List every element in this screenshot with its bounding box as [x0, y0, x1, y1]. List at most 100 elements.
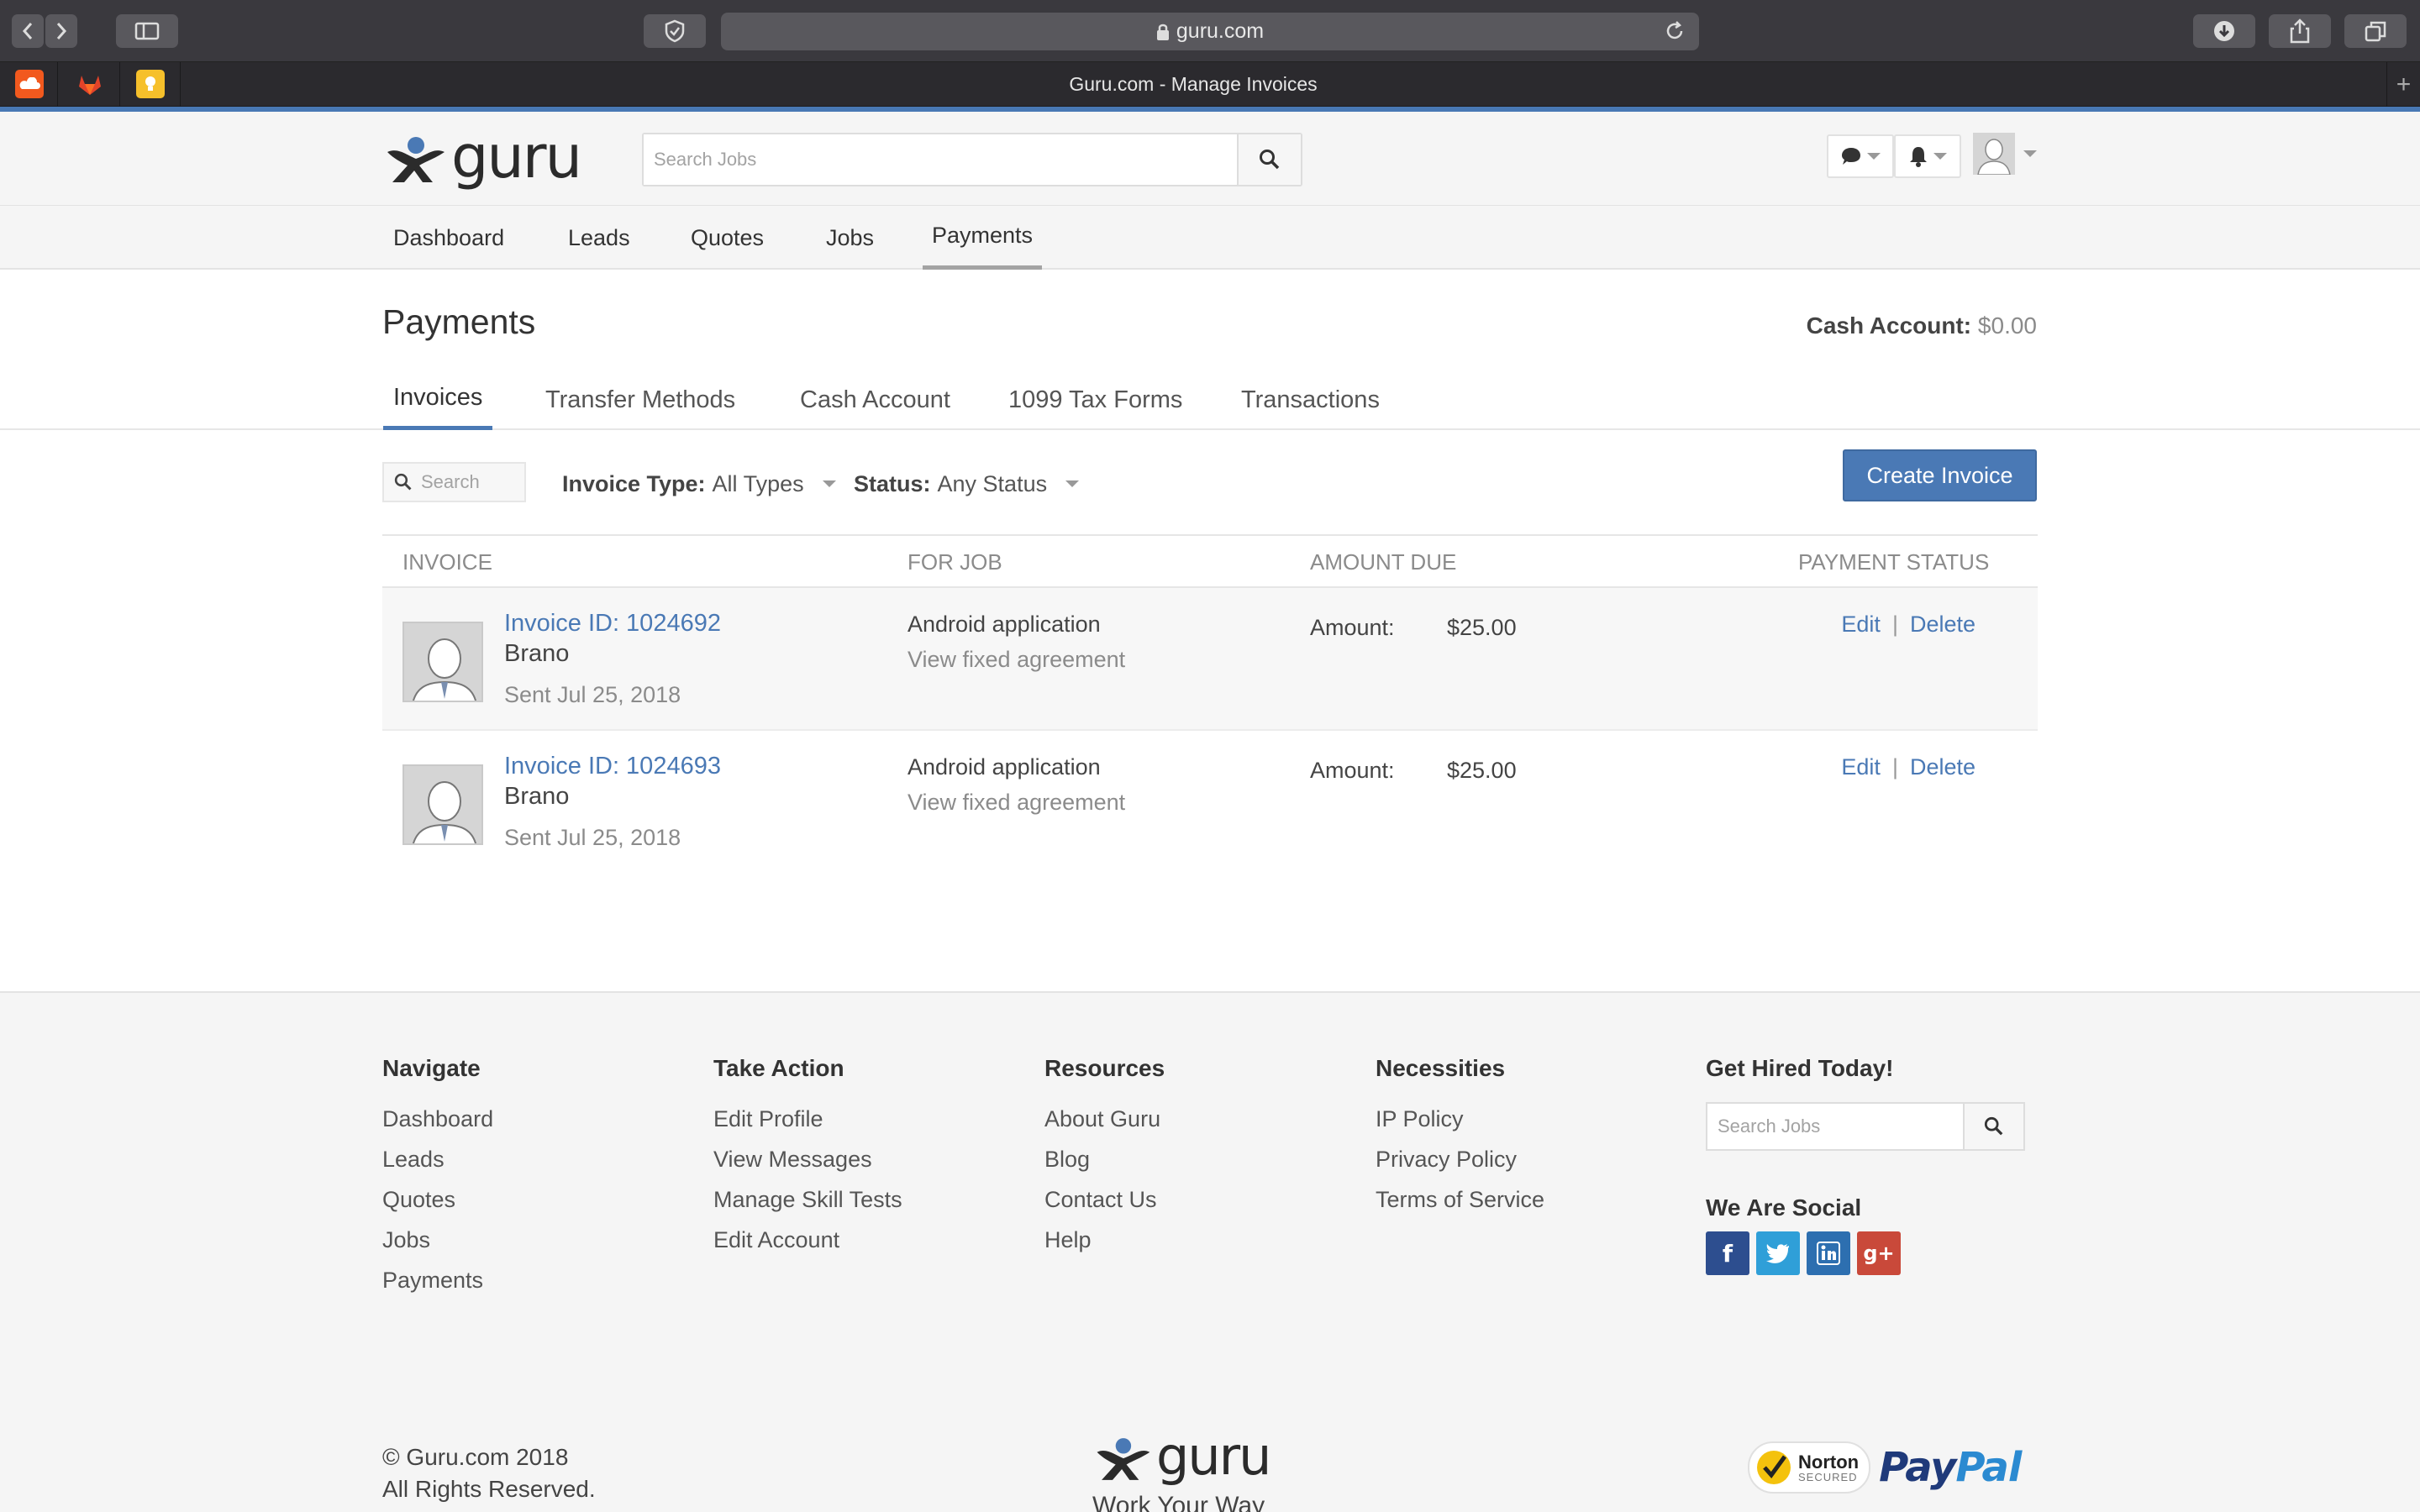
site-footer: Navigate Dashboard Leads Quotes Jobs Pay…	[0, 991, 2420, 1512]
view-agreement-link[interactable]: View fixed agreement	[908, 790, 1125, 816]
notifications-dropdown-button[interactable]	[1894, 134, 1961, 178]
invoice-id-link[interactable]: Invoice ID: 1024692	[504, 610, 721, 638]
site-header: guru	[0, 112, 2420, 206]
active-tab-title[interactable]: Guru.com - Manage Invoices	[0, 62, 2386, 107]
edit-link[interactable]: Edit	[1841, 612, 1881, 638]
address-bar[interactable]: guru.com	[721, 13, 1699, 50]
create-invoice-button[interactable]: Create Invoice	[1843, 449, 2037, 501]
reload-icon[interactable]	[1664, 20, 1686, 42]
facebook-icon[interactable]: f	[1706, 1231, 1749, 1275]
tab-cash-account[interactable]: Cash Account	[790, 370, 960, 430]
invoice-type-dropdown[interactable]: Invoice Type: All Types	[562, 467, 836, 501]
amount-label: Amount:	[1310, 758, 1395, 783]
shield-icon	[665, 19, 685, 43]
invoice-table: INVOICE FOR JOB AMOUNT DUE PAYMENT STATU…	[382, 534, 2038, 874]
tabs-icon	[2365, 21, 2386, 42]
footer-logo[interactable]: guru	[1092, 1431, 1271, 1483]
footer-link-dashboard[interactable]: Dashboard	[382, 1102, 493, 1142]
footer-link-manage-skill-tests[interactable]: Manage Skill Tests	[713, 1183, 902, 1223]
footer-link-terms[interactable]: Terms of Service	[1376, 1183, 1544, 1223]
chevron-down-icon	[822, 480, 836, 487]
copyright: © Guru.com 2018 All Rights Reserved.	[382, 1441, 596, 1505]
back-button[interactable]	[12, 14, 44, 48]
delete-link[interactable]: Delete	[1910, 754, 1975, 780]
table-row: Invoice ID: 1024692 Brano Sent Jul 25, 2…	[382, 588, 2038, 731]
page-title: Payments	[382, 302, 536, 341]
job-search-input[interactable]	[644, 134, 1237, 185]
column-invoice: INVOICE	[402, 549, 492, 575]
paypal-pay: Pay	[1879, 1444, 1956, 1491]
nav-quotes[interactable]: Quotes	[681, 206, 773, 270]
footer-link-leads[interactable]: Leads	[382, 1142, 493, 1183]
new-tab-button[interactable]: +	[2386, 62, 2420, 107]
nav-leads[interactable]: Leads	[559, 206, 639, 270]
checkmark-icon	[1757, 1451, 1791, 1484]
chevron-down-icon	[1867, 153, 1881, 160]
footer-search-input[interactable]	[1707, 1104, 1963, 1149]
tab-invoices[interactable]: Invoices	[383, 370, 493, 430]
footer-link-blog[interactable]: Blog	[1044, 1142, 1165, 1183]
footer-search-button[interactable]	[1963, 1104, 2023, 1149]
table-row: Invoice ID: 1024693 Brano Sent Jul 25, 2…	[382, 731, 2038, 874]
downloads-button[interactable]	[2193, 14, 2255, 48]
nav-payments[interactable]: Payments	[923, 206, 1043, 270]
norton-secured-text: SECURED	[1798, 1470, 1858, 1483]
profile-menu[interactable]	[1973, 133, 2037, 175]
client-name: Brano	[504, 640, 570, 667]
paypal-pal: Pal	[1955, 1444, 2022, 1491]
footer-link-privacy-policy[interactable]: Privacy Policy	[1376, 1142, 1544, 1183]
footer-heading: Necessities	[1376, 1055, 1506, 1081]
footer-link-edit-profile[interactable]: Edit Profile	[713, 1102, 902, 1142]
linkedin-icon[interactable]	[1807, 1231, 1850, 1275]
view-agreement-link[interactable]: View fixed agreement	[908, 647, 1125, 673]
privacy-shield-button[interactable]	[644, 14, 706, 48]
footer-search	[1706, 1102, 2025, 1151]
amount-value: $25.00	[1447, 615, 1517, 640]
footer-heading: Navigate	[382, 1055, 481, 1081]
sidebar-toggle-button[interactable]	[116, 14, 178, 48]
footer-link-help[interactable]: Help	[1044, 1223, 1165, 1263]
amount-value: $25.00	[1447, 758, 1517, 783]
footer-link-about[interactable]: About Guru	[1044, 1102, 1165, 1142]
footer-link-quotes[interactable]: Quotes	[382, 1183, 493, 1223]
status-value: Any Status	[937, 470, 1048, 496]
footer-link-contact[interactable]: Contact Us	[1044, 1183, 1165, 1223]
footer-link-edit-account[interactable]: Edit Account	[713, 1223, 902, 1263]
delete-link[interactable]: Delete	[1910, 612, 1975, 638]
guru-logo[interactable]: guru	[382, 128, 582, 187]
main-nav: Dashboard Leads Quotes Jobs Payments	[0, 206, 2420, 270]
invoice-search-input[interactable]	[421, 471, 513, 493]
nav-dashboard[interactable]: Dashboard	[384, 206, 513, 270]
status-dropdown[interactable]: Status: Any Status	[854, 467, 1080, 501]
tabs-overview-button[interactable]	[2344, 14, 2407, 48]
share-button[interactable]	[2269, 14, 2331, 48]
nav-jobs[interactable]: Jobs	[817, 206, 883, 270]
job-title: Android application	[908, 754, 1101, 780]
invoice-id-link[interactable]: Invoice ID: 1024693	[504, 753, 721, 780]
footer-link-payments[interactable]: Payments	[382, 1263, 493, 1304]
edit-link[interactable]: Edit	[1841, 754, 1881, 780]
tab-1099-tax-forms[interactable]: 1099 Tax Forms	[998, 370, 1192, 430]
footer-navigate: Navigate Dashboard Leads Quotes Jobs Pay…	[382, 1055, 493, 1304]
search-button[interactable]	[1237, 134, 1301, 185]
tab-transactions[interactable]: Transactions	[1231, 370, 1390, 430]
avatar	[402, 764, 483, 845]
invoice-search	[382, 462, 526, 502]
google-plus-icon[interactable]: g+	[1857, 1231, 1901, 1275]
forward-button[interactable]	[45, 14, 77, 48]
footer-get-hired: Get Hired Today! We Are Social f g+	[1706, 1055, 2042, 1341]
footer-link-ip-policy[interactable]: IP Policy	[1376, 1102, 1544, 1142]
column-amount-due: AMOUNT DUE	[1310, 549, 1457, 575]
footer-heading: Take Action	[713, 1055, 844, 1081]
sent-date: Sent Jul 25, 2018	[504, 825, 681, 850]
footer-link-view-messages[interactable]: View Messages	[713, 1142, 902, 1183]
status-label: Status:	[854, 470, 931, 496]
footer-heading: Resources	[1044, 1055, 1165, 1081]
twitter-icon[interactable]	[1756, 1231, 1800, 1275]
tab-transfer-methods[interactable]: Transfer Methods	[535, 370, 745, 430]
footer-resources: Resources About Guru Blog Contact Us Hel…	[1044, 1055, 1165, 1263]
chevron-left-icon	[22, 23, 33, 39]
messages-dropdown-button[interactable]	[1827, 134, 1894, 178]
footer-link-jobs[interactable]: Jobs	[382, 1223, 493, 1263]
bell-icon	[1910, 147, 1927, 167]
